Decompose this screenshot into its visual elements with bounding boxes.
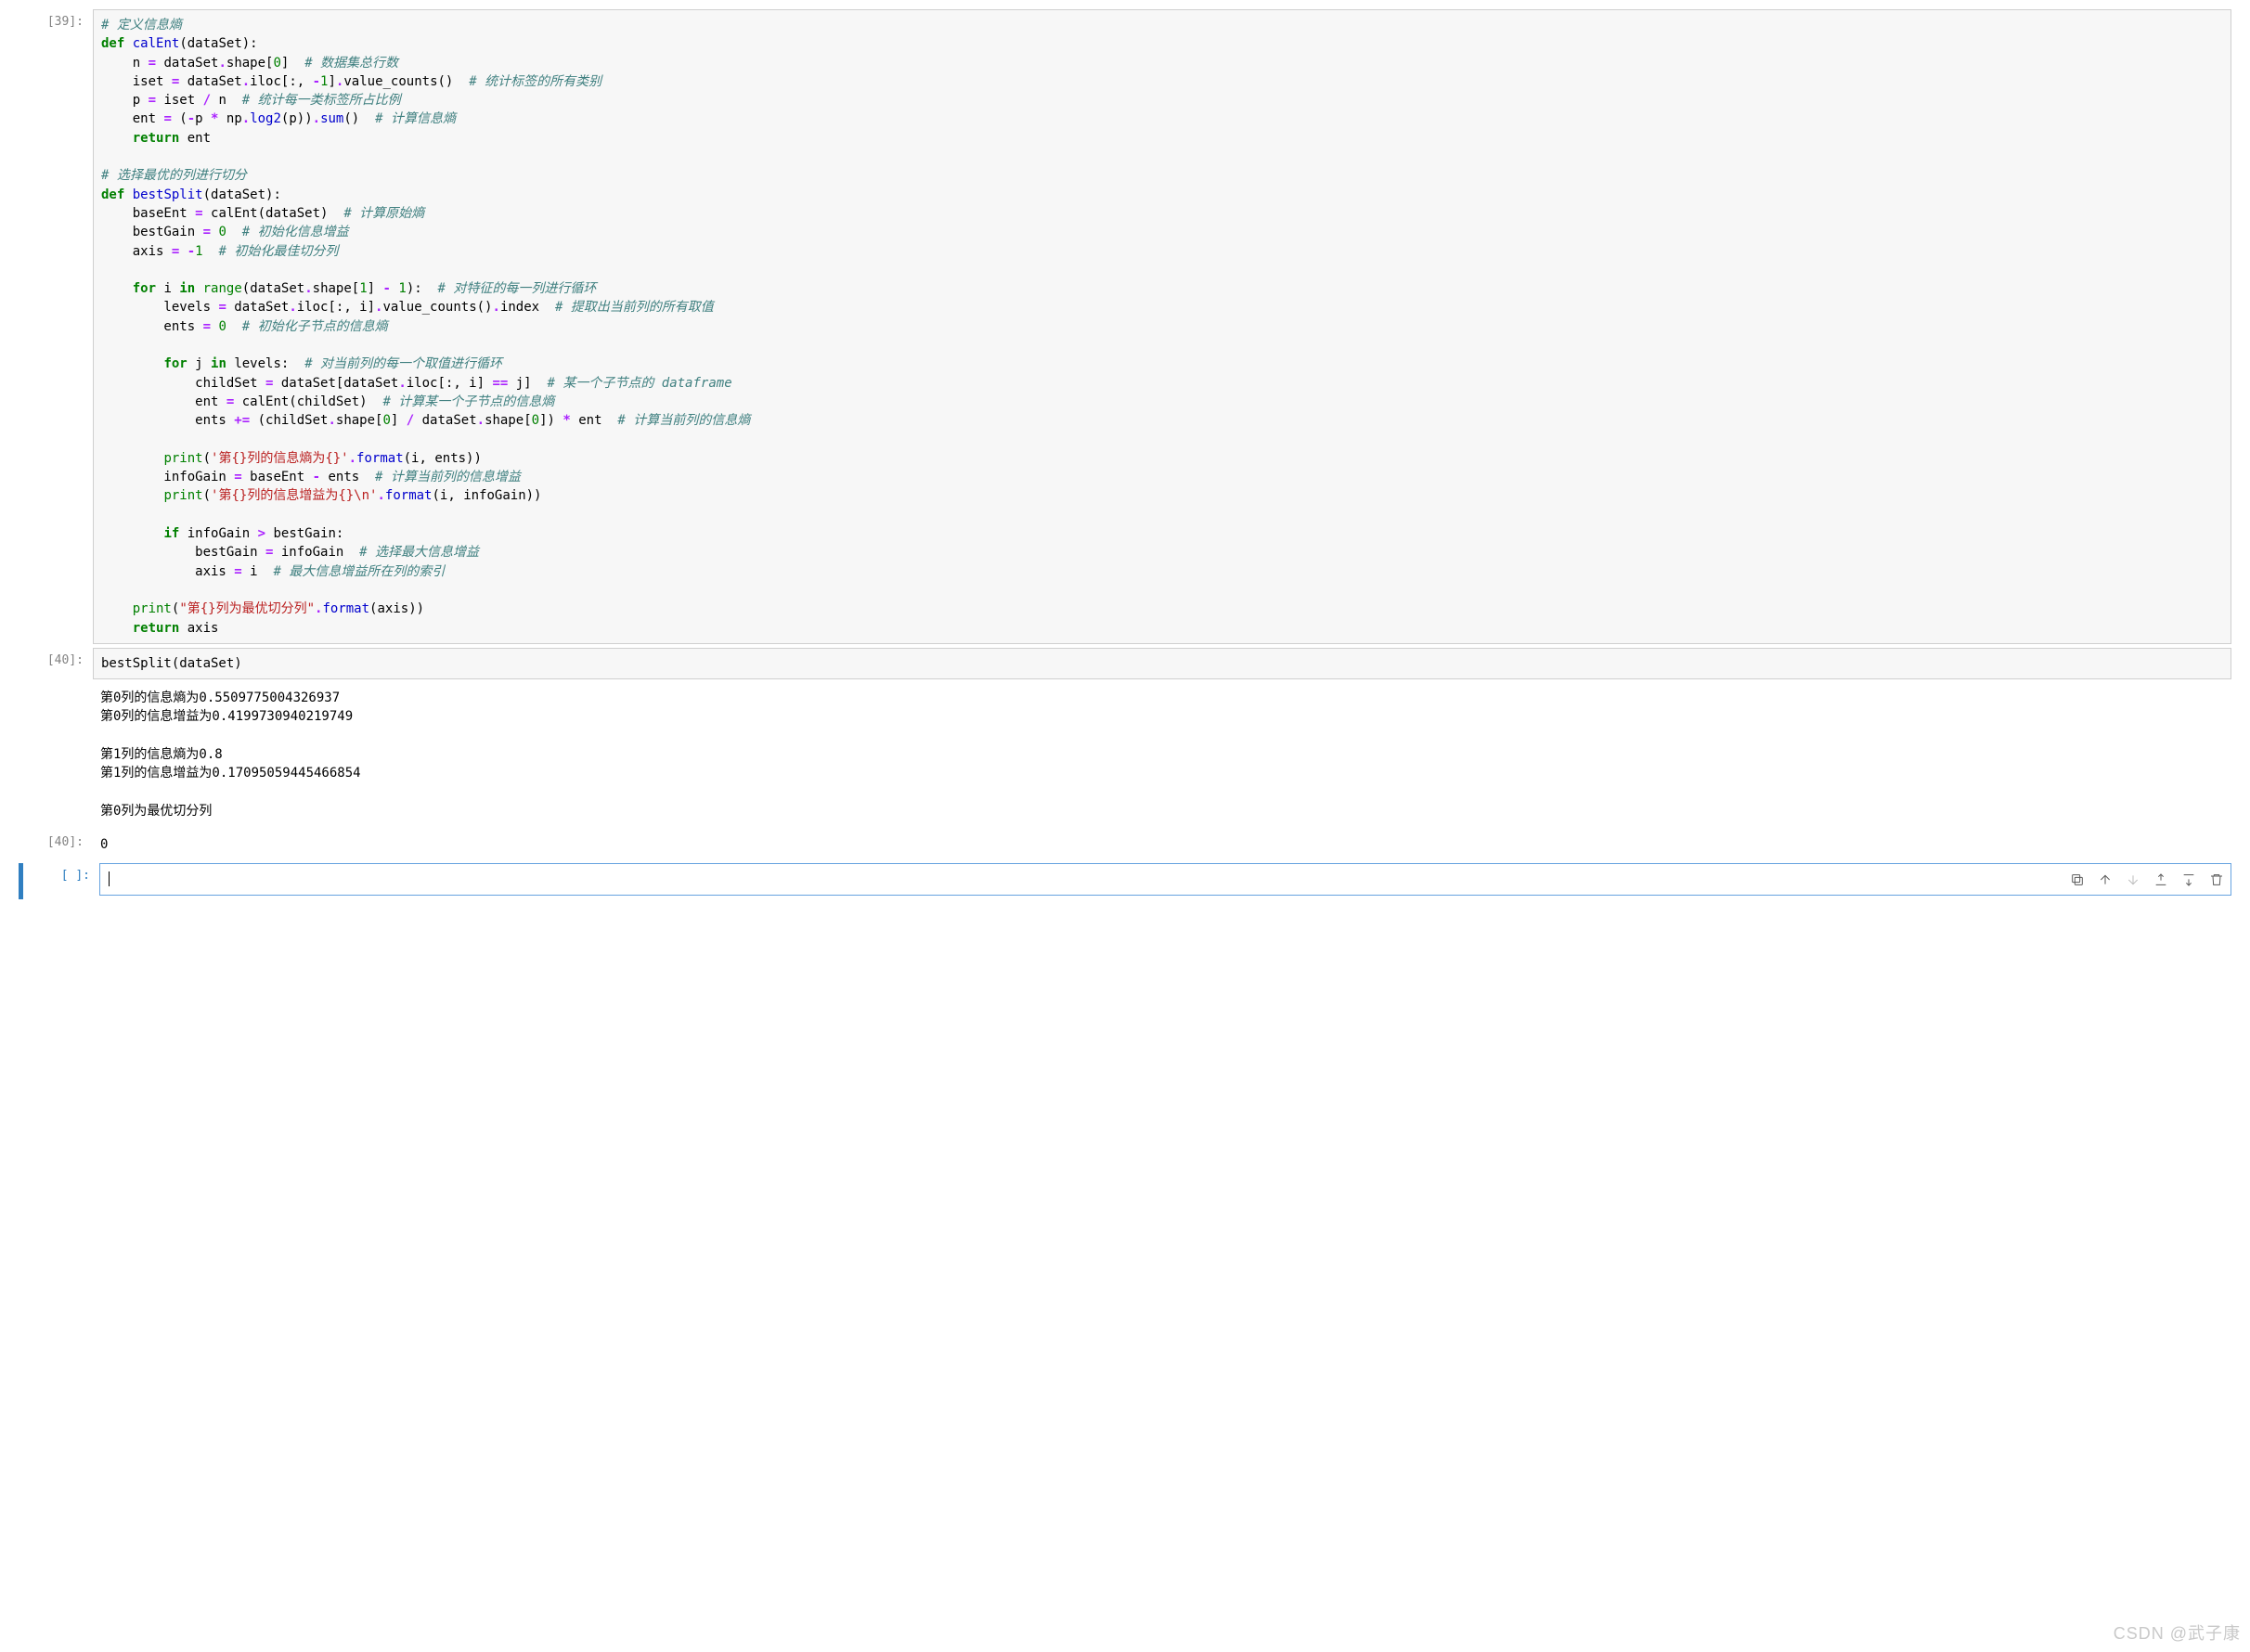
insert-below-icon[interactable]: [2181, 872, 2196, 887]
code-input-area[interactable]: # 定义信息熵 def calEnt(dataSet): n = dataSet…: [93, 9, 2231, 644]
input-prompt: [39]:: [19, 9, 93, 644]
duplicate-icon[interactable]: [2070, 872, 2085, 887]
text-cursor: [109, 871, 110, 886]
active-code-cell: [ ]:: [19, 863, 2231, 898]
stdout-output: 第0列的信息熵为0.5509775004326937 第0列的信息增益为0.41…: [93, 683, 2231, 826]
move-down-icon[interactable]: [2126, 872, 2140, 887]
input-prompt: [40]:: [19, 648, 93, 679]
execution-result: 0: [93, 830, 2231, 859]
code-input-area[interactable]: [99, 863, 2231, 895]
output-prompt: [40]:: [19, 830, 93, 859]
code-cell: [39]: # 定义信息熵 def calEnt(dataSet): n = d…: [19, 9, 2231, 648]
input-prompt: [ ]:: [25, 863, 99, 895]
watermark-text: CSDN @武子康: [2114, 1620, 2241, 1645]
output-cell: 第0列的信息熵为0.5509775004326937 第0列的信息增益为0.41…: [19, 683, 2231, 830]
code-cell: [40]: bestSplit(dataSet): [19, 648, 2231, 683]
move-up-icon[interactable]: [2098, 872, 2113, 887]
code-input-area[interactable]: bestSplit(dataSet): [93, 648, 2231, 679]
result-cell: [40]: 0: [19, 830, 2231, 863]
active-cell-indicator: [19, 863, 23, 898]
output-prompt-spacer: [19, 683, 93, 826]
insert-above-icon[interactable]: [2153, 872, 2168, 887]
delete-icon[interactable]: [2209, 872, 2224, 887]
cell-toolbar: [2070, 872, 2224, 887]
